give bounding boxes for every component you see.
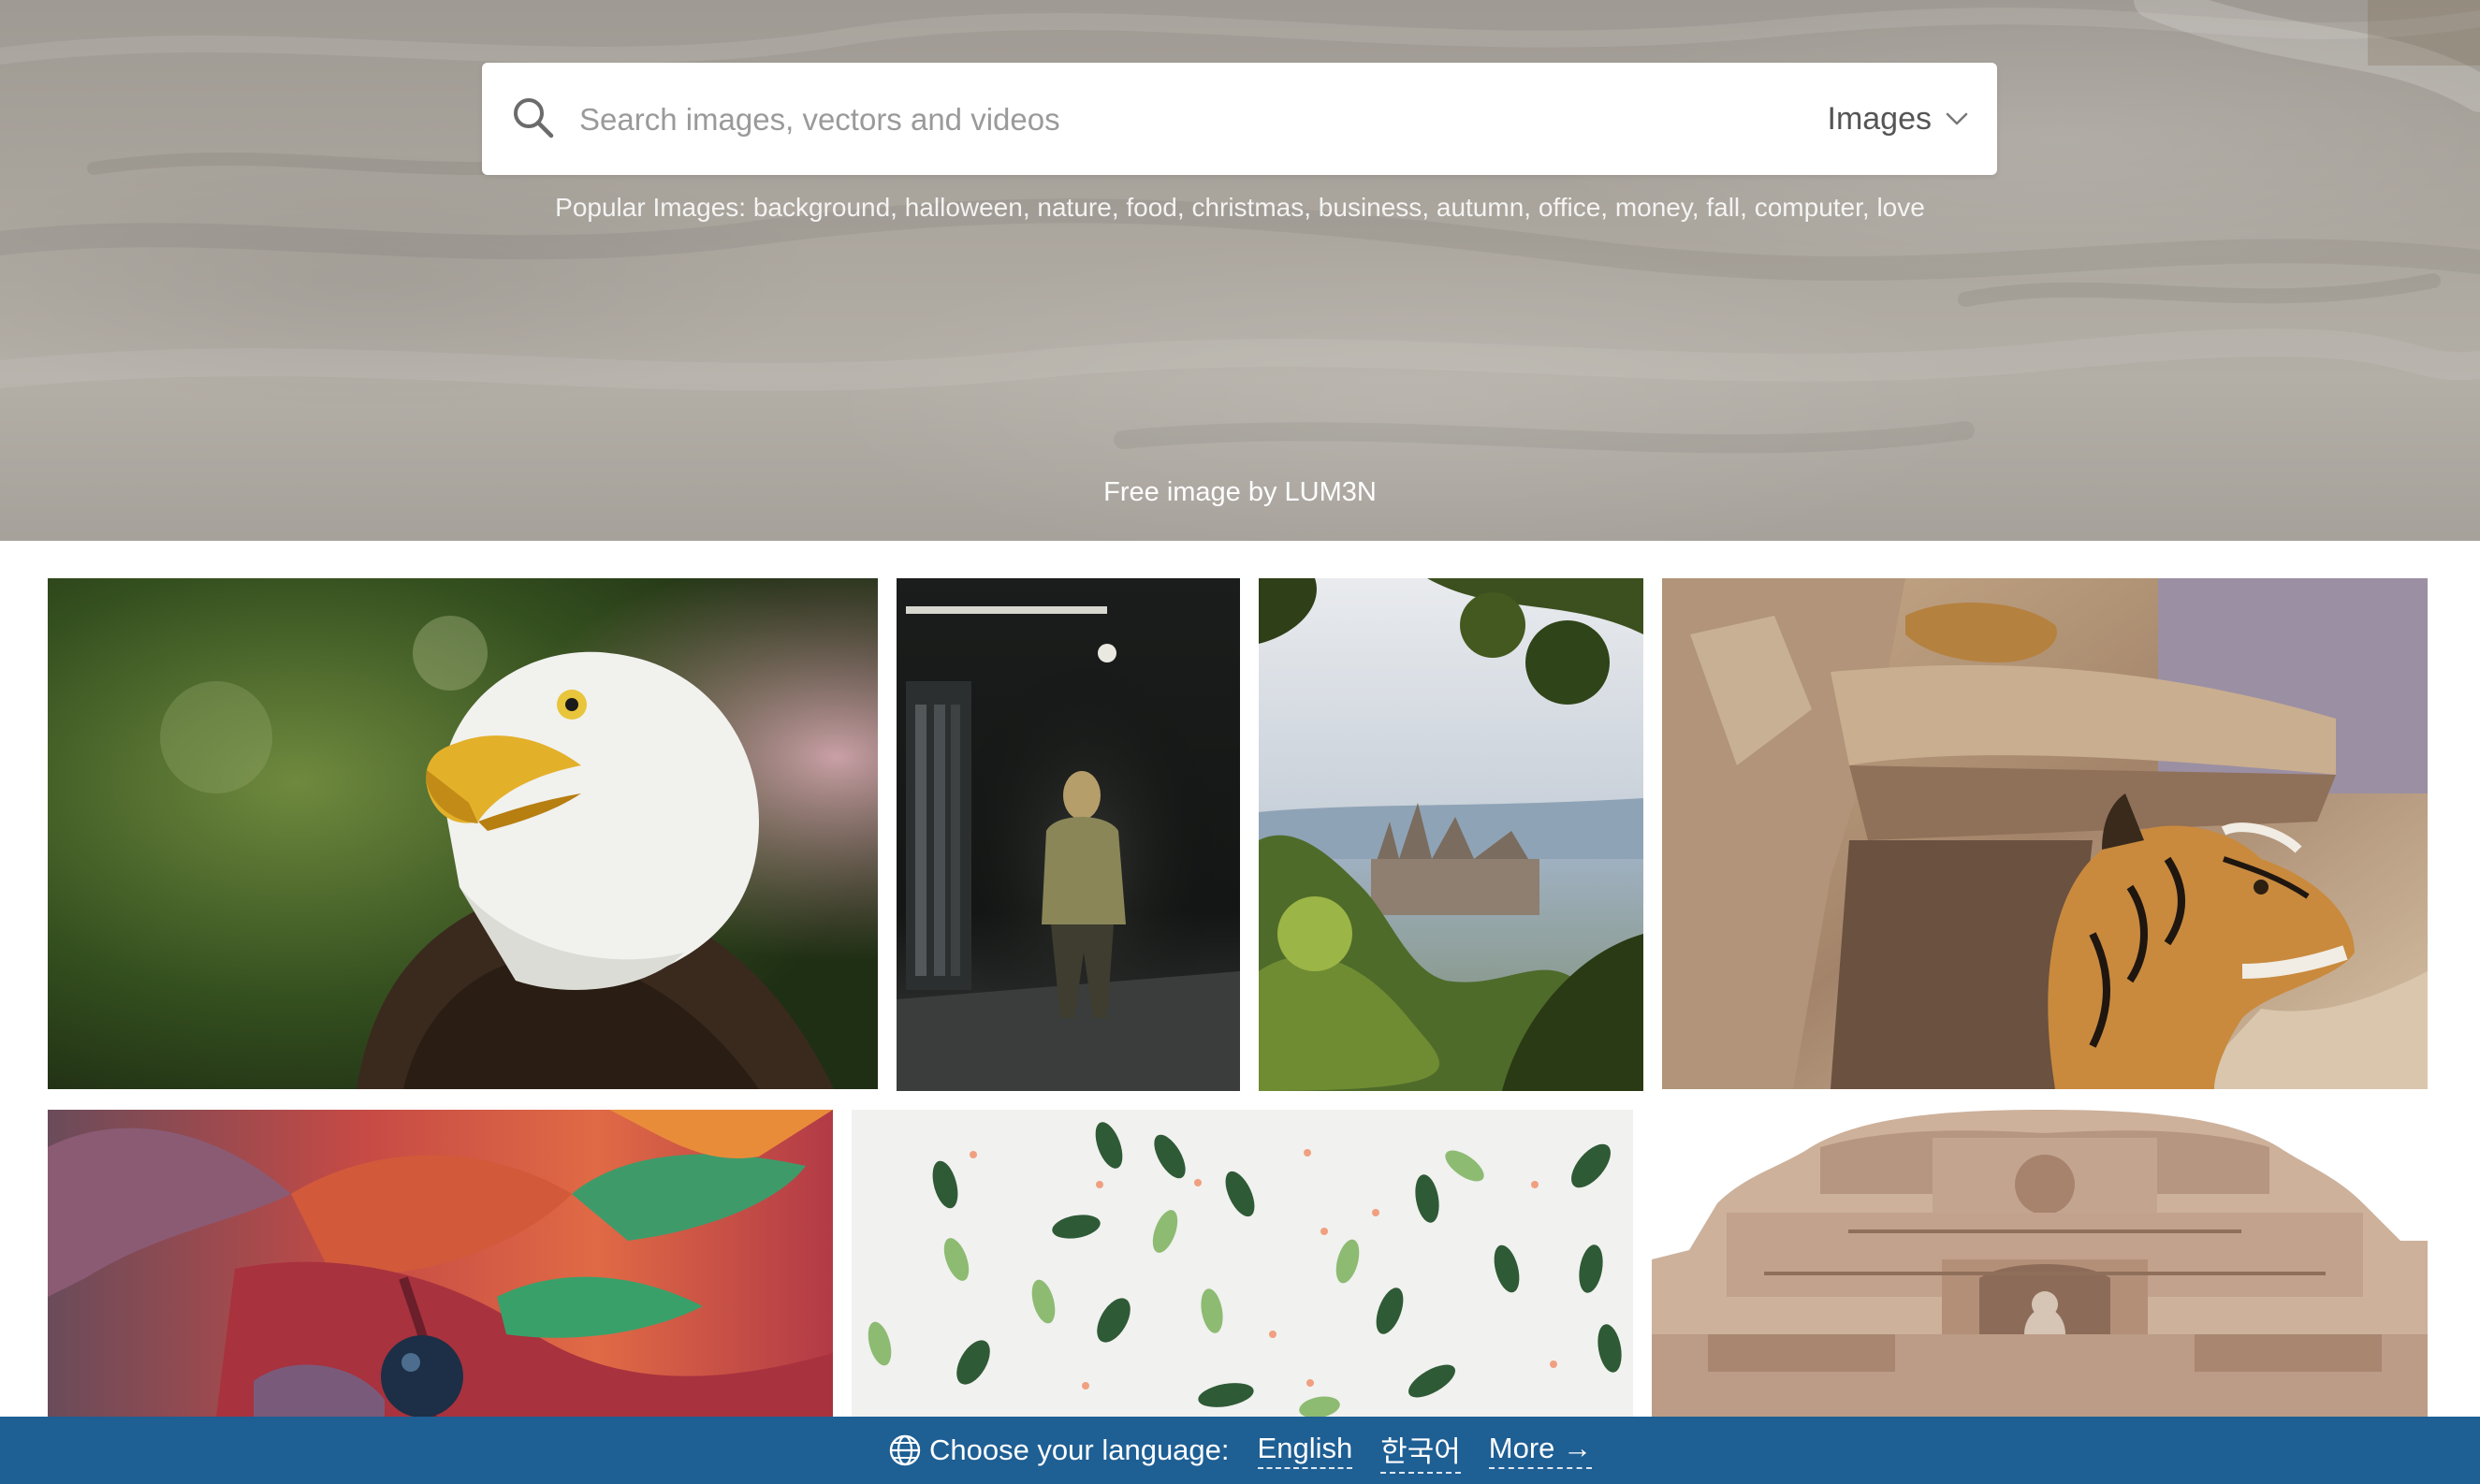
castle-image xyxy=(1259,578,1643,1091)
media-type-dropdown[interactable]: Images xyxy=(1828,91,1970,147)
image-credit[interactable]: Free image by LUM3N xyxy=(0,477,2480,508)
eagle-image xyxy=(48,578,878,1089)
popular-tag[interactable]: autumn xyxy=(1437,193,1524,222)
stone-carving-image xyxy=(1652,1110,2428,1417)
photo-autumn-leaves[interactable] xyxy=(48,1110,833,1417)
chevron-down-icon xyxy=(1946,112,1968,125)
language-label: Choose your language: xyxy=(928,1433,1230,1466)
hero-banner: Images Popular Images: background, hallo… xyxy=(0,0,2480,541)
autumn-leaves-image xyxy=(48,1110,833,1417)
photo-stone-carving-squirrel[interactable] xyxy=(1652,1110,2428,1417)
photo-leaf-pattern[interactable] xyxy=(852,1110,1633,1417)
search-input[interactable] xyxy=(577,91,1704,149)
hallway-image xyxy=(897,578,1240,1091)
photo-bald-eagle[interactable] xyxy=(48,578,878,1089)
popular-tag[interactable]: computer xyxy=(1755,193,1862,222)
leaf-pattern-image xyxy=(852,1110,1633,1417)
search-bar: Images xyxy=(482,63,1997,175)
photo-castle-landscape[interactable] xyxy=(1259,578,1643,1091)
popular-tag[interactable]: nature xyxy=(1037,193,1111,222)
popular-tag[interactable]: halloween xyxy=(905,193,1023,222)
search-icon[interactable] xyxy=(510,95,557,141)
popular-tag[interactable]: money xyxy=(1615,193,1692,222)
language-more-link[interactable]: More → xyxy=(1488,1432,1593,1469)
language-option-korean[interactable]: 한국어 xyxy=(1380,1428,1461,1474)
popular-tag[interactable]: business xyxy=(1319,193,1422,222)
popular-tag[interactable]: office xyxy=(1539,193,1600,222)
popular-tag[interactable]: christmas xyxy=(1191,193,1304,222)
globe-icon xyxy=(889,1434,921,1466)
photo-dark-hallway[interactable] xyxy=(897,578,1240,1091)
popular-tag[interactable]: fall xyxy=(1706,193,1740,222)
photo-tiger[interactable] xyxy=(1662,578,2428,1089)
language-option-english[interactable]: English xyxy=(1257,1432,1353,1469)
tiger-image xyxy=(1662,578,2428,1089)
popular-label: Popular Images: xyxy=(555,193,747,222)
language-bar: Choose your language: English 한국어 More → xyxy=(0,1417,2480,1484)
media-type-label: Images xyxy=(1827,100,1933,137)
popular-tag[interactable]: love xyxy=(1876,193,1924,222)
popular-searches: Popular Images: background, halloween, n… xyxy=(555,193,1925,222)
popular-tag[interactable]: background xyxy=(753,193,890,222)
popular-tag[interactable]: food xyxy=(1126,193,1177,222)
